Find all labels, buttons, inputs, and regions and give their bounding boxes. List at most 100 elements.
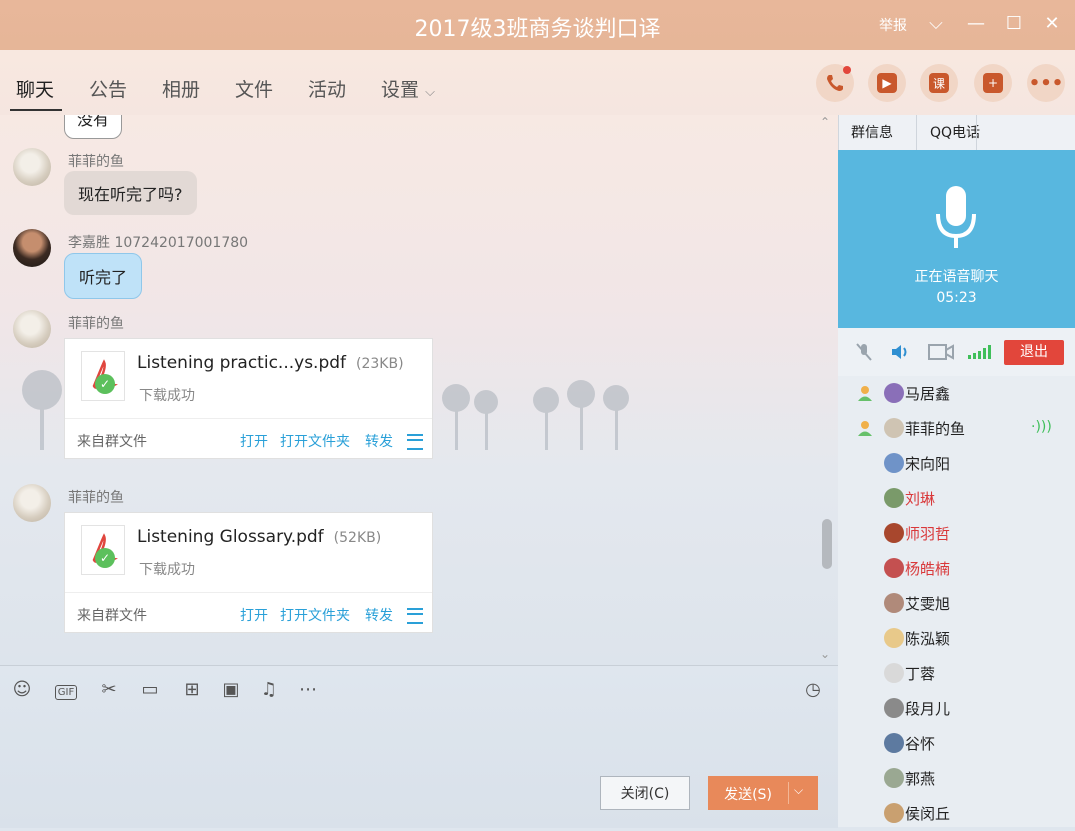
avatar	[884, 768, 904, 788]
file-card[interactable]: ✓ Listening Glossary.pdf (52KB) 下载成功 来自群文…	[64, 512, 433, 633]
scrollbar-thumb[interactable]	[822, 519, 832, 569]
file-card-footer: 来自群文件 打开 打开文件夹 转发	[65, 592, 432, 633]
open-link[interactable]: 打开	[240, 605, 268, 625]
doc-icon[interactable]: ⊞	[180, 678, 204, 702]
file-size: (52KB)	[333, 530, 382, 546]
tab-announcement[interactable]: 公告	[89, 75, 127, 102]
avatar	[884, 558, 904, 578]
avatar	[884, 453, 904, 473]
member-name: 马居鑫	[905, 385, 951, 403]
avatar	[884, 383, 904, 403]
notification-dot	[843, 66, 851, 74]
emoji-icon[interactable]: ☺	[10, 678, 34, 702]
file-source: 来自群文件	[77, 434, 147, 450]
add-message-icon[interactable]: +	[974, 64, 1012, 102]
check-icon: ✓	[95, 548, 115, 568]
member-name: 郭燕	[905, 770, 936, 788]
avatar	[884, 733, 904, 753]
exit-call-button[interactable]: 退出	[1004, 340, 1064, 365]
member-item[interactable]: 艾雯旭	[838, 586, 1075, 621]
tab-settings[interactable]: 设置 ⌵	[381, 75, 435, 102]
forward-link[interactable]: 转发	[365, 605, 393, 625]
tab-group-info[interactable]: 群信息	[851, 122, 893, 142]
member-item[interactable]: 菲菲的鱼 ·)))	[838, 411, 1075, 446]
member-name: 杨皓楠	[905, 560, 951, 578]
bell-icon[interactable]: ♫	[257, 678, 281, 702]
tab-activity[interactable]: 活动	[308, 75, 346, 102]
speaker-icon[interactable]	[890, 342, 912, 366]
voice-status: 正在语音聊天	[914, 269, 999, 285]
member-item[interactable]: 宋向阳	[838, 446, 1075, 481]
more-tools-icon[interactable]: ⋯	[296, 678, 320, 702]
scroll-up-icon[interactable]: ⌃	[820, 115, 830, 129]
member-item[interactable]: 郭燕	[838, 761, 1075, 796]
active-tab-indicator	[10, 109, 62, 111]
member-name: 丁蓉	[905, 665, 936, 683]
member-item[interactable]: 马居鑫	[838, 376, 1075, 411]
maximize-icon[interactable]: ☐	[1002, 12, 1026, 36]
sender-name: 菲菲的鱼	[68, 316, 124, 332]
more-icon[interactable]: •••	[1027, 64, 1065, 102]
camera-icon[interactable]	[928, 342, 954, 366]
video-icon[interactable]: ▶	[868, 64, 906, 102]
chat-history: 没有 菲菲的鱼 现在听完了吗? 李嘉胜 107242017001780 听完了 …	[0, 115, 838, 665]
chevron-down-icon[interactable]: ⌵	[924, 12, 948, 36]
avatar[interactable]	[13, 484, 51, 522]
member-item[interactable]: 侯闵丘	[838, 796, 1075, 831]
member-name: 菲菲的鱼	[905, 420, 966, 438]
tab-settings-label: 设置	[381, 79, 420, 101]
menu-icon[interactable]	[407, 608, 423, 624]
message-bubble: 听完了	[64, 253, 143, 299]
message-bubble: 没有	[64, 115, 123, 139]
tab-chat[interactable]: 聊天	[16, 75, 54, 102]
tab-divider	[916, 115, 917, 150]
file-name-text: Listening practic...ys.pdf	[137, 353, 347, 373]
course-icon[interactable]: 课	[920, 64, 958, 102]
file-name[interactable]: Listening Glossary.pdf (52KB)	[137, 527, 381, 547]
member-item[interactable]: 丁蓉	[838, 656, 1075, 691]
tab-qq-call[interactable]: QQ电话	[930, 122, 980, 142]
title-bar: 2017级3班商务谈判口译 举报 ⌵ — ☐ ✕	[0, 0, 1075, 50]
mic-muted-icon[interactable]	[854, 342, 874, 366]
member-name: 艾雯旭	[905, 595, 951, 613]
avatar[interactable]	[13, 310, 51, 348]
phone-icon[interactable]	[816, 64, 854, 102]
avatar[interactable]	[13, 148, 51, 186]
member-item[interactable]: 段月儿	[838, 691, 1075, 726]
file-card[interactable]: ✓ Listening practic...ys.pdf (23KB) 下载成功 …	[64, 338, 433, 459]
window-title: 2017级3班商务谈判口译	[414, 17, 661, 42]
forward-link[interactable]: 转发	[365, 431, 393, 451]
avatar	[884, 488, 904, 508]
file-name[interactable]: Listening practic...ys.pdf (23KB)	[137, 353, 404, 373]
minimize-icon[interactable]: —	[964, 12, 988, 36]
avatar	[884, 628, 904, 648]
scissors-icon[interactable]: ✂	[97, 678, 121, 702]
report-button[interactable]: 举报	[879, 15, 907, 35]
avatar	[884, 523, 904, 543]
folder-icon[interactable]: ▭	[138, 678, 162, 702]
history-icon[interactable]: ◷	[801, 678, 825, 702]
avatar[interactable]	[13, 229, 51, 267]
tab-album[interactable]: 相册	[162, 75, 200, 102]
member-item[interactable]: 谷怀	[838, 726, 1075, 761]
open-folder-link[interactable]: 打开文件夹	[280, 605, 350, 625]
close-icon[interactable]: ✕	[1040, 12, 1064, 36]
image-icon[interactable]: ▣	[219, 678, 243, 702]
open-folder-link[interactable]: 打开文件夹	[280, 431, 350, 451]
member-item[interactable]: 杨皓楠	[838, 551, 1075, 586]
member-item[interactable]: 陈泓颖	[838, 621, 1075, 656]
tab-files[interactable]: 文件	[235, 75, 273, 102]
file-card-footer: 来自群文件 打开 打开文件夹 转发	[65, 418, 432, 459]
send-button[interactable]: 发送(S) ⌵	[708, 776, 818, 810]
member-item[interactable]: 师羽哲	[838, 516, 1075, 551]
member-name: 师羽哲	[905, 525, 951, 543]
message-input-area[interactable]: ☺ GIF ✂ ▭ ⊞ ▣ ♫ ⋯ ◷ 关闭(C) 发送(S) ⌵	[0, 665, 838, 828]
member-item[interactable]: 刘琳	[838, 481, 1075, 516]
open-link[interactable]: 打开	[240, 431, 268, 451]
sender-name: 李嘉胜 107242017001780	[68, 235, 249, 251]
scroll-down-icon[interactable]: ⌄	[820, 647, 830, 661]
menu-icon[interactable]	[407, 434, 423, 450]
chevron-down-icon[interactable]: ⌵	[794, 783, 803, 798]
close-button[interactable]: 关闭(C)	[600, 776, 690, 810]
gif-icon[interactable]: GIF	[50, 678, 82, 702]
